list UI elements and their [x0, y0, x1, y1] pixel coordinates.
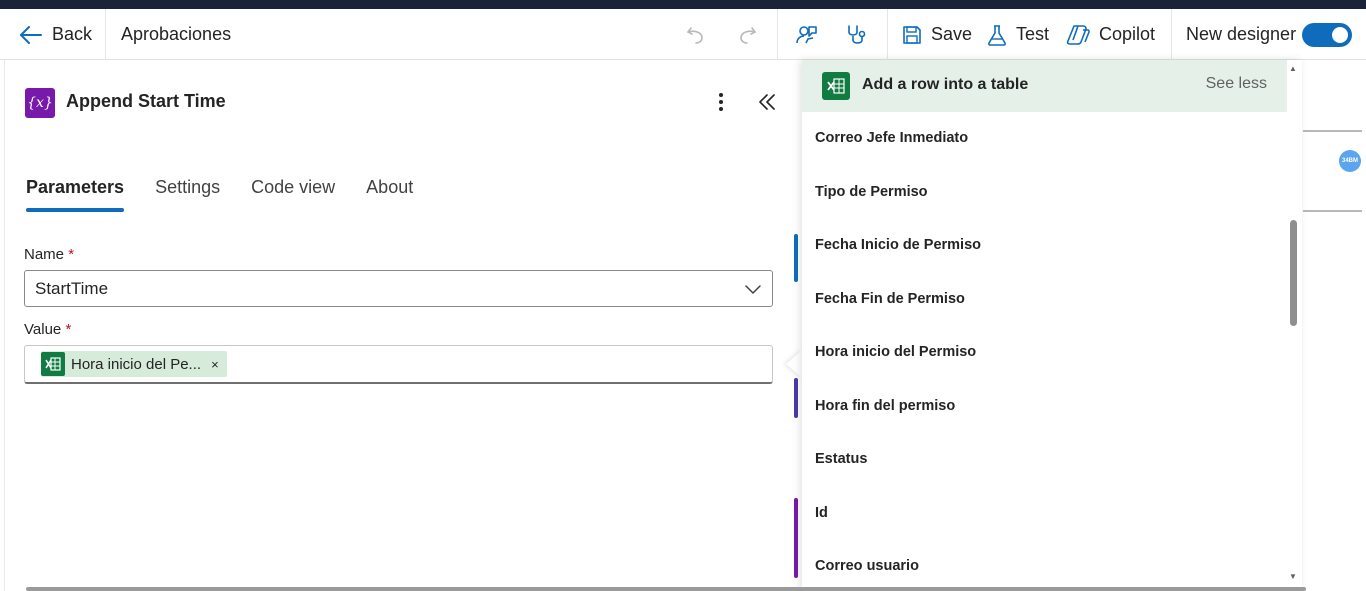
copilot-button[interactable]: Copilot: [1066, 9, 1155, 60]
action-title[interactable]: Append Start Time: [66, 91, 226, 112]
dynamic-content-item[interactable]: Fecha Inicio de Permiso: [815, 237, 981, 253]
token-label: Hora inicio del Pe...: [71, 355, 202, 373]
dynamic-content-panel: Add a row into a table See less Correo J…: [802, 60, 1302, 591]
value-field-label: Value *: [24, 321, 71, 338]
redo-button[interactable]: [737, 9, 757, 60]
action-details-panel: {x} Append Start Time Parameters Setting…: [4, 60, 792, 591]
collapse-panel-button[interactable]: [757, 90, 777, 114]
save-icon: [903, 25, 921, 44]
toolbar-divider: [105, 9, 106, 60]
top-banner: [0, 0, 1366, 9]
flask-icon: [988, 24, 1006, 46]
dynamic-content-group-header: Add a row into a table See less: [802, 60, 1287, 112]
tab-about[interactable]: About: [366, 175, 413, 215]
value-field[interactable]: Hora inicio del Pe... ×: [24, 345, 773, 384]
canvas-node-edge: [794, 378, 798, 418]
dynamic-content-token[interactable]: Hora inicio del Pe... ×: [41, 351, 227, 377]
scroll-up-icon[interactable]: ▲: [1289, 64, 1297, 73]
copilot-icon: [1066, 24, 1090, 45]
dynamic-content-item[interactable]: Hora fin del permiso: [815, 398, 955, 414]
new-designer-label: New designer: [1186, 24, 1297, 44]
required-mark: *: [68, 246, 75, 263]
remove-token-button[interactable]: ×: [211, 357, 219, 372]
dot-icon: [719, 100, 723, 104]
name-label-text: Name: [24, 246, 65, 263]
group-title: Add a row into a table: [862, 76, 1029, 93]
save-label: Save: [931, 24, 973, 44]
dynamic-content-item[interactable]: Id: [815, 505, 828, 521]
back-label: Back: [52, 24, 93, 44]
chevron-down-icon: [745, 284, 761, 294]
excel-icon: [41, 352, 65, 376]
double-chevron-left-icon: [759, 94, 775, 110]
node-badge[interactable]: 34BM: [1339, 150, 1361, 172]
test-button[interactable]: Test: [987, 9, 1049, 60]
value-label-text: Value: [24, 321, 62, 338]
undo-icon: [686, 26, 703, 44]
name-field-label: Name *: [24, 246, 74, 263]
excel-icon: [822, 72, 850, 100]
popover-pointer: [786, 350, 802, 378]
toolbar-divider: [887, 9, 888, 60]
toggle-knob: [1332, 27, 1348, 43]
dynamic-content-item[interactable]: Tipo de Permiso: [815, 184, 928, 200]
feedback-button[interactable]: [795, 9, 819, 60]
redo-icon: [740, 26, 757, 44]
tab-parameters[interactable]: Parameters: [26, 175, 125, 215]
person-feedback-icon: [796, 25, 817, 43]
canvas-node-edge: [794, 234, 798, 282]
name-value: StartTime: [35, 278, 109, 298]
designer-toolbar: Back Aprobaciones Save Test Copilot New …: [0, 9, 1366, 60]
test-label: Test: [1016, 24, 1050, 44]
copilot-label: Copilot: [1099, 24, 1156, 44]
variable-icon: {x}: [25, 88, 55, 118]
canvas-connector: [1303, 210, 1362, 212]
dynamic-content-item[interactable]: Correo Jefe Inmediato: [815, 130, 968, 146]
undo-button[interactable]: [686, 9, 706, 60]
required-mark: *: [65, 321, 72, 338]
scroll-down-icon[interactable]: ▼: [1289, 572, 1297, 581]
canvas-node-edge: [794, 498, 798, 578]
more-options-button[interactable]: [711, 90, 731, 114]
toolbar-divider: [777, 9, 778, 60]
flow-checker-button[interactable]: [845, 9, 869, 60]
horizontal-scrollbar[interactable]: [26, 587, 1306, 591]
dynamic-content-item[interactable]: Fecha Fin de Permiso: [815, 291, 965, 307]
dot-icon: [719, 107, 723, 111]
dot-icon: [719, 93, 723, 97]
vertical-scrollbar[interactable]: [1290, 220, 1297, 326]
back-button[interactable]: Back: [20, 9, 92, 60]
tab-settings[interactable]: Settings: [155, 175, 220, 215]
dynamic-content-item[interactable]: Estatus: [815, 451, 867, 467]
tab-code-view[interactable]: Code view: [251, 175, 335, 215]
flow-name: Aprobaciones: [121, 24, 232, 44]
new-designer-toggle[interactable]: [1302, 23, 1352, 47]
dynamic-content-item[interactable]: Hora inicio del Permiso: [815, 344, 976, 360]
arrow-left-icon: [20, 25, 42, 44]
canvas-connector: [1303, 130, 1362, 132]
toolbar-divider: [1171, 9, 1172, 60]
flow-canvas: [1303, 60, 1366, 591]
name-dropdown[interactable]: StartTime: [24, 270, 773, 307]
dynamic-content-item[interactable]: Correo usuario: [815, 558, 919, 574]
save-button[interactable]: Save: [902, 9, 972, 60]
stethoscope-icon: [848, 24, 866, 44]
action-tabs: Parameters Settings Code view About: [26, 175, 413, 215]
see-less-button[interactable]: See less: [1206, 75, 1267, 93]
